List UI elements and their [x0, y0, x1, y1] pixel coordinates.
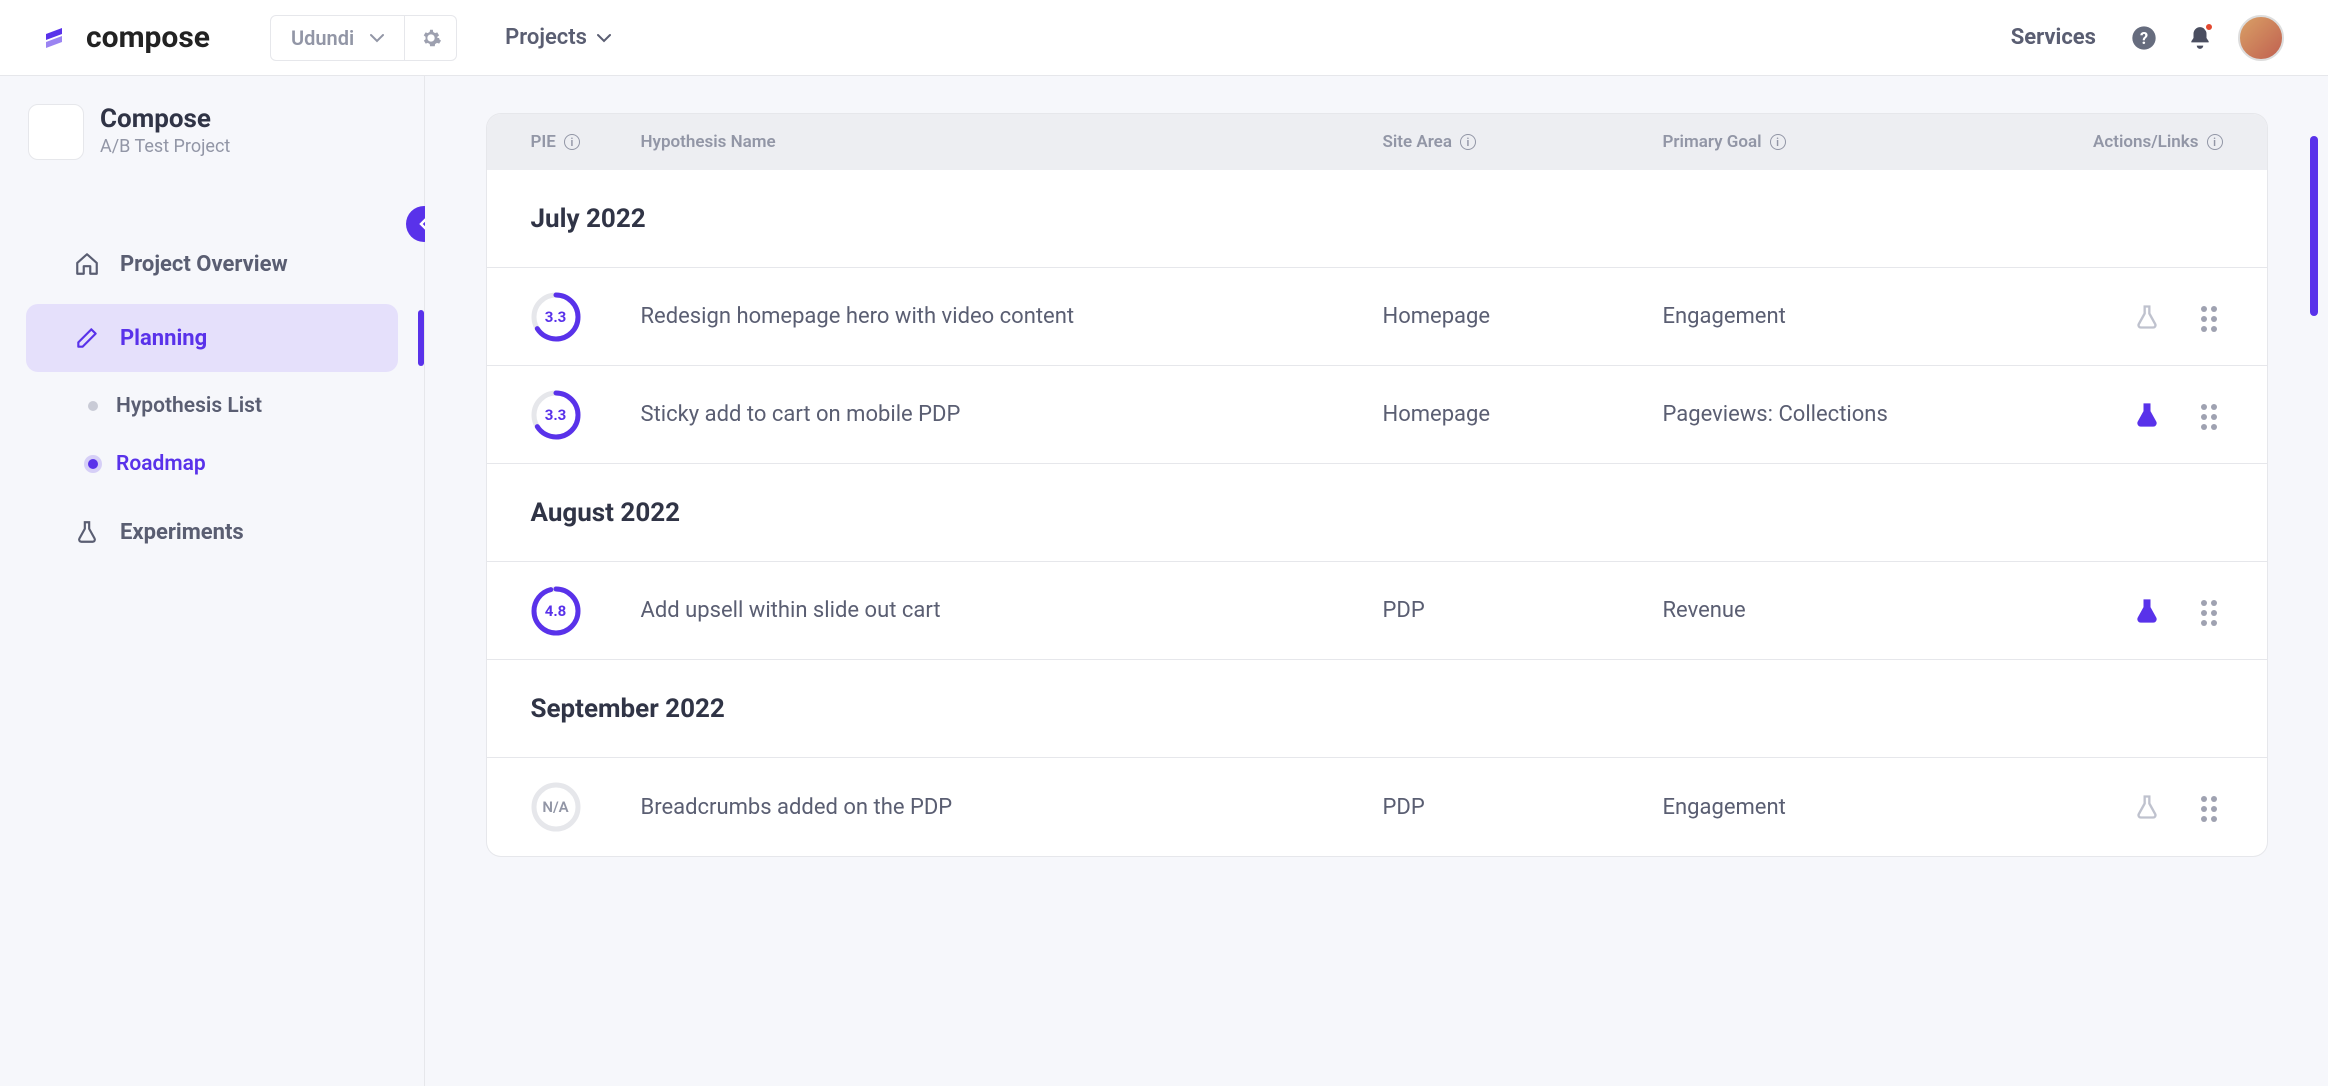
project-header: Compose A/B Test Project: [0, 104, 424, 190]
site-area: Homepage: [1383, 402, 1663, 427]
edit-icon: [74, 325, 100, 351]
org-name: Udundi: [291, 26, 354, 50]
sidebar-subitem-label: Hypothesis List: [116, 394, 262, 418]
sidebar-subitem-hypothesis[interactable]: Hypothesis List: [26, 382, 398, 430]
flask-icon[interactable]: [2133, 793, 2161, 821]
hypothesis-name: Sticky add to cart on mobile PDP: [641, 402, 1383, 427]
pie-score: N/A: [531, 782, 581, 832]
drag-handle[interactable]: [2201, 404, 2223, 426]
info-icon[interactable]: i: [564, 134, 580, 150]
sidebar-subitem-label: Roadmap: [116, 452, 206, 476]
pie-score: 3.3: [531, 390, 581, 440]
month-header: August 2022: [487, 464, 2267, 562]
sidebar-item-planning[interactable]: Planning: [26, 304, 398, 372]
main-content: PIEi Hypothesis Name Site Areai Primary …: [425, 76, 2328, 1086]
table-row[interactable]: 3.3 Sticky add to cart on mobile PDP Hom…: [487, 366, 2267, 464]
hypothesis-name: Add upsell within slide out cart: [641, 598, 1383, 623]
sidebar-item-overview[interactable]: Project Overview: [26, 230, 398, 298]
project-thumbnail: [28, 104, 84, 160]
nav-services[interactable]: Services: [2011, 25, 2096, 50]
th-goal: Primary Goali: [1663, 132, 2023, 152]
hypothesis-name: Redesign homepage hero with video conten…: [641, 304, 1383, 329]
info-icon[interactable]: i: [1770, 134, 1786, 150]
sidebar-subitem-roadmap[interactable]: Roadmap: [26, 440, 398, 488]
table-row[interactable]: 3.3 Redesign homepage hero with video co…: [487, 268, 2267, 366]
sidebar-item-label: Experiments: [120, 520, 244, 545]
roadmap-table: PIEi Hypothesis Name Site Areai Primary …: [487, 114, 2267, 856]
th-area: Site Areai: [1383, 132, 1663, 152]
gear-icon: [420, 27, 442, 49]
hypothesis-name: Breadcrumbs added on the PDP: [641, 795, 1383, 820]
drag-handle[interactable]: [2201, 796, 2223, 818]
primary-goal: Engagement: [1663, 795, 2023, 820]
site-area: PDP: [1383, 795, 1663, 820]
help-button[interactable]: ?: [2126, 20, 2162, 56]
table-row[interactable]: N/A Breadcrumbs added on the PDP PDP Eng…: [487, 758, 2267, 856]
org-switcher[interactable]: Udundi: [270, 15, 405, 61]
sidebar-item-label: Planning: [120, 326, 207, 351]
drag-handle[interactable]: [2201, 600, 2223, 622]
notifications-button[interactable]: [2182, 20, 2218, 56]
chevron-down-icon: [370, 33, 384, 43]
home-icon: [74, 251, 100, 277]
flask-icon[interactable]: [2133, 401, 2161, 429]
table-row[interactable]: 4.8 Add upsell within slide out cart PDP…: [487, 562, 2267, 660]
notification-dot: [2204, 22, 2214, 32]
dot-icon: [88, 401, 98, 411]
th-name: Hypothesis Name: [641, 132, 1383, 152]
primary-goal: Engagement: [1663, 304, 2023, 329]
nav-projects-label: Projects: [505, 25, 587, 50]
svg-text:?: ?: [2140, 28, 2148, 47]
info-icon[interactable]: i: [2207, 134, 2223, 150]
month-header: July 2022: [487, 170, 2267, 268]
table-header: PIEi Hypothesis Name Site Areai Primary …: [487, 114, 2267, 170]
th-pie: PIEi: [531, 132, 641, 152]
logo[interactable]: compose: [44, 20, 210, 55]
flask-icon: [74, 519, 100, 545]
site-area: Homepage: [1383, 304, 1663, 329]
logo-icon: [44, 26, 76, 50]
th-actions: Actions/Linksi: [2023, 132, 2223, 152]
sidebar-item-experiments[interactable]: Experiments: [26, 498, 398, 566]
app-body: Compose A/B Test Project Project Overvie…: [0, 76, 2328, 1086]
org-switcher-group: Udundi: [270, 15, 457, 61]
user-avatar[interactable]: [2238, 15, 2284, 61]
pie-score: 3.3: [531, 292, 581, 342]
primary-goal: Pageviews: Collections: [1663, 402, 2023, 427]
site-area: PDP: [1383, 598, 1663, 623]
nav-projects[interactable]: Projects: [505, 25, 611, 50]
help-icon: ?: [2130, 24, 2158, 52]
project-subtitle: A/B Test Project: [100, 136, 230, 157]
flask-icon[interactable]: [2133, 597, 2161, 625]
chevron-down-icon: [597, 33, 611, 43]
month-header: September 2022: [487, 660, 2267, 758]
info-icon[interactable]: i: [1460, 134, 1476, 150]
primary-goal: Revenue: [1663, 598, 2023, 623]
brand-text: compose: [86, 20, 210, 55]
drag-handle[interactable]: [2201, 306, 2223, 328]
sidebar: Compose A/B Test Project Project Overvie…: [0, 76, 425, 1086]
topbar: compose Udundi Projects Services ?: [0, 0, 2328, 76]
sidebar-item-label: Project Overview: [120, 252, 288, 277]
org-settings-button[interactable]: [405, 15, 457, 61]
dot-icon: [88, 459, 98, 469]
sidebar-nav: Project Overview Planning Hypothesis Lis…: [0, 230, 424, 566]
flask-icon[interactable]: [2133, 303, 2161, 331]
scrollbar-thumb[interactable]: [2310, 136, 2318, 316]
project-title: Compose: [100, 104, 230, 134]
pie-score: 4.8: [531, 586, 581, 636]
